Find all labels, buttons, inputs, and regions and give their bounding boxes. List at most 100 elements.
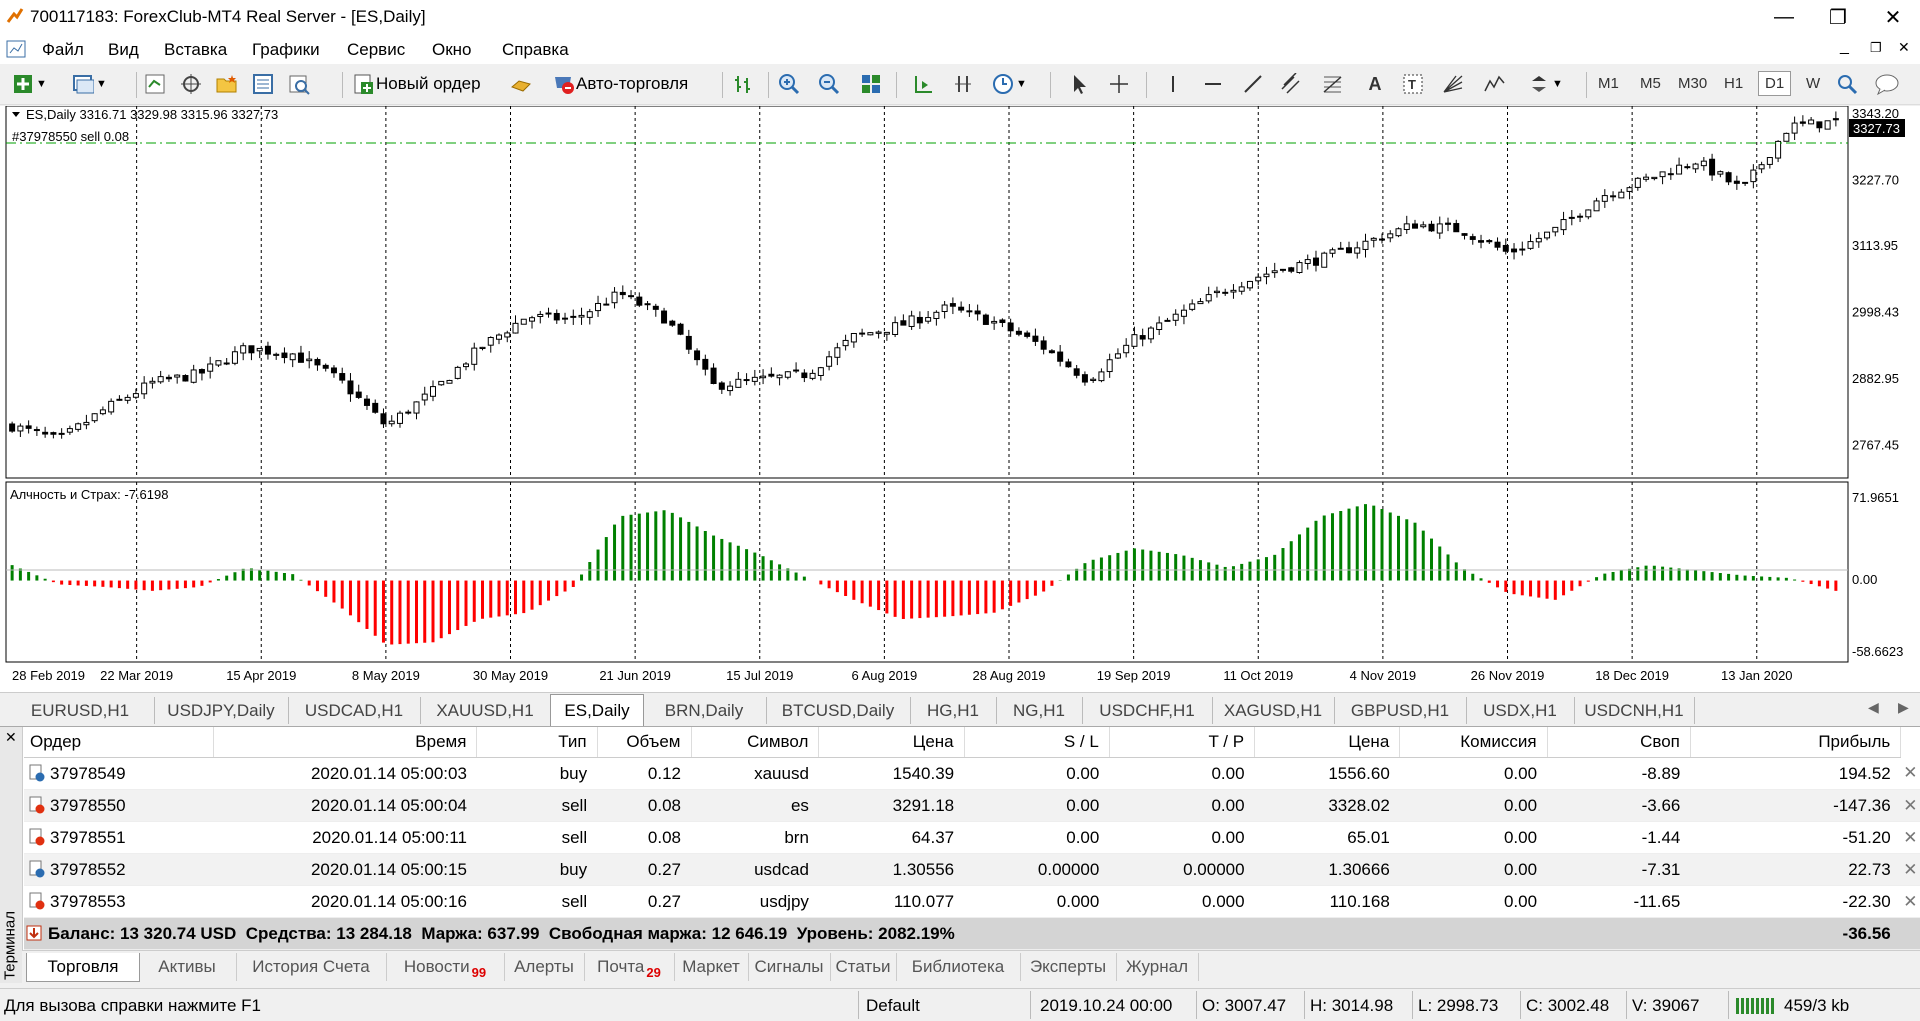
navigator-button[interactable] bbox=[214, 70, 240, 98]
terminal-tab-2[interactable]: История Счета bbox=[236, 953, 387, 981]
terminal-tab-11[interactable]: Журнал bbox=[1116, 953, 1199, 981]
chart-tab-usdchf-h1[interactable]: USDCHF,H1 bbox=[1082, 697, 1213, 724]
terminal-tab-7[interactable]: Сигналы bbox=[748, 953, 831, 981]
column-header[interactable]: Комиссия bbox=[1399, 727, 1548, 758]
minimize-button[interactable]: — bbox=[1757, 0, 1811, 34]
tester-button[interactable] bbox=[286, 70, 312, 98]
chart-window[interactable]: 3343.20 3227.70 3113.95 2998.43 2882.95 2767.… bbox=[0, 106, 1920, 692]
column-header[interactable]: Объем bbox=[597, 727, 692, 758]
terminal-tab-5[interactable]: Почта 29 bbox=[584, 953, 675, 981]
mdi-close-icon[interactable]: ✕ bbox=[1898, 39, 1910, 56]
close-order-icon[interactable]: ✕ bbox=[1900, 885, 1920, 918]
chart-tab-btcusd-daily[interactable]: BTCUSD,Daily bbox=[766, 697, 911, 724]
column-header[interactable]: Цена bbox=[1254, 727, 1401, 758]
chart-tab-eurusd-h1[interactable]: EURUSD,H1 bbox=[6, 697, 155, 724]
timeframe-w[interactable]: W bbox=[1806, 75, 1820, 92]
zoom-out-button[interactable] bbox=[816, 70, 842, 98]
market-watch-button[interactable] bbox=[142, 70, 168, 98]
menu-charts[interactable]: Графики bbox=[252, 40, 320, 60]
column-header[interactable]: Прибыль bbox=[1690, 727, 1902, 758]
status-profile[interactable]: Default bbox=[866, 996, 920, 1016]
mdi-restore-icon[interactable]: ❐ bbox=[1870, 40, 1882, 56]
column-header[interactable]: T / P bbox=[1109, 727, 1256, 758]
chart-tab-hg-h1[interactable]: HG,H1 bbox=[910, 697, 997, 724]
autoscroll-button[interactable] bbox=[910, 70, 936, 98]
terminal-tab-10[interactable]: Эксперты bbox=[1020, 953, 1117, 981]
horizontal-line-button[interactable] bbox=[1200, 70, 1226, 98]
profiles-button[interactable]: ▼ bbox=[70, 70, 107, 98]
gann-button[interactable] bbox=[1440, 70, 1466, 98]
order-row[interactable]: 37978553 2020.01.14 05:00:16 sell 0.27 usdjp… bbox=[24, 885, 1920, 918]
menu-help[interactable]: Справка bbox=[502, 40, 569, 60]
chart-tab-usdx-h1[interactable]: USDX,H1 bbox=[1466, 697, 1575, 724]
chart-tab-gbpusd-h1[interactable]: GBPUSD,H1 bbox=[1334, 697, 1467, 724]
text-label-button[interactable]: T bbox=[1400, 70, 1426, 98]
terminal-close-icon[interactable]: ✕ bbox=[5, 729, 17, 746]
terminal-tab-0[interactable]: Торговля bbox=[26, 953, 140, 982]
new-chart-button[interactable]: ▼ bbox=[10, 70, 47, 98]
chart-tab-usdcad-h1[interactable]: USDCAD,H1 bbox=[288, 697, 421, 724]
chart-tab-brn-daily[interactable]: BRN,Daily bbox=[642, 697, 767, 724]
menu-window[interactable]: Окно bbox=[432, 40, 472, 60]
new-order-button[interactable]: Новый ордер bbox=[350, 70, 481, 98]
terminal-tab-6[interactable]: Маркет bbox=[674, 953, 749, 981]
order-row[interactable]: 37978552 2020.01.14 05:00:15 buy 0.27 usdcad… bbox=[24, 853, 1920, 886]
timeframe-m5[interactable]: M5 bbox=[1640, 75, 1661, 92]
menu-insert[interactable]: Вставка bbox=[164, 40, 227, 60]
search-button[interactable] bbox=[1834, 70, 1860, 98]
chart-shift-button[interactable] bbox=[950, 70, 976, 98]
restore-button[interactable]: ❐ bbox=[1811, 0, 1865, 34]
terminal-button[interactable] bbox=[250, 70, 276, 98]
terminal-tab-9[interactable]: Библиотека bbox=[896, 953, 1021, 981]
data-window-button[interactable] bbox=[178, 70, 204, 98]
terminal-tab-8[interactable]: Статьи bbox=[830, 953, 897, 981]
trendline-button[interactable] bbox=[1240, 70, 1266, 98]
column-header[interactable]: S / L bbox=[964, 727, 1110, 758]
close-order-icon[interactable]: ✕ bbox=[1900, 757, 1920, 790]
chat-button[interactable] bbox=[1874, 70, 1900, 98]
timeframe-m1[interactable]: M1 bbox=[1598, 75, 1619, 92]
channel-button[interactable] bbox=[1278, 70, 1304, 98]
chart-tab-es-daily[interactable]: ES,Daily bbox=[550, 694, 644, 726]
close-order-icon[interactable]: ✕ bbox=[1900, 821, 1920, 854]
timeframe-m30[interactable]: M30 bbox=[1678, 75, 1707, 92]
tabs-scroll-left-icon[interactable]: ◀ bbox=[1868, 699, 1879, 716]
text-button[interactable]: A bbox=[1362, 70, 1388, 98]
price-chart-canvas[interactable]: 3343.20 3227.70 3113.95 2998.43 2882.95 2767.… bbox=[0, 106, 1920, 692]
column-header[interactable]: Своп bbox=[1547, 727, 1691, 758]
cursor-button[interactable] bbox=[1066, 70, 1092, 98]
terminal-tab-3[interactable]: Новости 99 bbox=[386, 953, 505, 981]
auto-trading-button[interactable]: Авто-торговля bbox=[550, 70, 688, 98]
mdi-minimize-icon[interactable]: _ bbox=[1840, 38, 1849, 56]
chart-tab-usdjpy-daily[interactable]: USDJPY,Daily bbox=[154, 697, 289, 724]
periods-button[interactable]: ▼ bbox=[990, 70, 1027, 98]
order-row[interactable]: 37978550 2020.01.14 05:00:04 sell 0.08 es 329… bbox=[24, 789, 1920, 822]
close-order-icon[interactable]: ✕ bbox=[1900, 789, 1920, 822]
chart-window-icon[interactable] bbox=[6, 40, 26, 58]
timeframe-h1[interactable]: H1 bbox=[1724, 75, 1743, 92]
chart-tab-usdcnh-h1[interactable]: USDCNH,H1 bbox=[1574, 697, 1695, 724]
crosshair-button[interactable] bbox=[1106, 70, 1132, 98]
arrows-button[interactable]: ▼ bbox=[1526, 70, 1563, 98]
tile-windows-button[interactable] bbox=[858, 70, 884, 98]
column-header[interactable]: Ордер bbox=[24, 727, 215, 758]
bar-chart-button[interactable] bbox=[730, 70, 756, 98]
terminal-tab-4[interactable]: Алерты bbox=[504, 953, 585, 981]
order-row[interactable]: 37978549 2020.01.14 05:00:03 buy 0.12 xauusd… bbox=[24, 757, 1920, 790]
menu-view[interactable]: Вид bbox=[108, 40, 139, 60]
menu-file[interactable]: Файл bbox=[42, 40, 84, 60]
order-row[interactable]: 37978551 2020.01.14 05:00:11 sell 0.08 brn 64… bbox=[24, 821, 1920, 854]
vertical-line-button[interactable] bbox=[1160, 70, 1186, 98]
column-header[interactable]: Время bbox=[213, 727, 478, 758]
column-header[interactable]: Символ bbox=[691, 727, 820, 758]
chart-tab-xauusd-h1[interactable]: XAUUSD,H1 bbox=[420, 697, 551, 724]
chart-tab-xagusd-h1[interactable]: XAGUSD,H1 bbox=[1212, 697, 1335, 724]
chart-tab-ng-h1[interactable]: NG,H1 bbox=[996, 697, 1083, 724]
column-header[interactable]: Тип bbox=[476, 727, 598, 758]
elliott-button[interactable] bbox=[1482, 70, 1508, 98]
gold-button[interactable] bbox=[508, 70, 534, 98]
tabs-scroll-right-icon[interactable]: ▶ bbox=[1898, 699, 1909, 716]
zoom-in-button[interactable] bbox=[776, 70, 802, 98]
timeframe-d1[interactable]: D1 bbox=[1758, 71, 1792, 96]
menu-tools[interactable]: Сервис bbox=[347, 40, 405, 60]
